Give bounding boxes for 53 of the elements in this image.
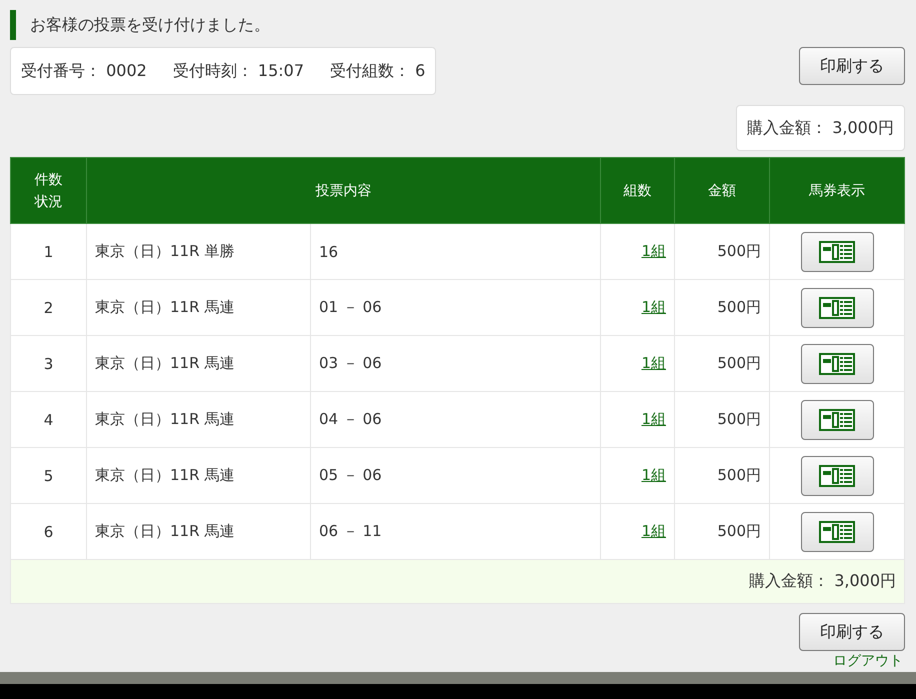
table-cell: 1 bbox=[10, 224, 86, 280]
count-link[interactable]: 1組 bbox=[641, 410, 666, 428]
table-cell: 4 bbox=[10, 392, 86, 448]
column-header: 馬券表示 bbox=[770, 158, 904, 224]
column-header: 組数 bbox=[600, 158, 674, 224]
table-cell: 東京（日）11R 単勝 bbox=[86, 224, 310, 280]
ticket-icon bbox=[819, 352, 855, 374]
table-cell: 東京（日）11R 馬連 bbox=[86, 392, 310, 448]
accent-bar bbox=[10, 10, 16, 40]
column-header: 投票内容 bbox=[86, 158, 600, 224]
table-cell: 05 － 06 bbox=[310, 448, 600, 504]
table-cell: 500円 bbox=[674, 336, 770, 392]
ticket-button[interactable] bbox=[800, 456, 874, 496]
count-link[interactable]: 1組 bbox=[641, 466, 666, 484]
table-cell: 16 bbox=[310, 224, 600, 280]
table-cell: 500円 bbox=[674, 280, 770, 336]
count-link[interactable]: 1組 bbox=[641, 354, 666, 372]
ticket-icon bbox=[819, 240, 855, 262]
ticket-button[interactable] bbox=[800, 288, 874, 328]
receipt-item: 受付番号： 0002 bbox=[21, 60, 147, 82]
print-button[interactable]: 印刷する bbox=[799, 613, 905, 651]
print-button[interactable]: 印刷する bbox=[799, 47, 905, 85]
logout-link[interactable]: ログアウト bbox=[833, 654, 903, 669]
table-cell: 東京（日）11R 馬連 bbox=[86, 448, 310, 504]
ticket-icon bbox=[819, 296, 855, 318]
message-text: お客様の投票を受け付けました。 bbox=[30, 14, 270, 36]
table-cell: 04 － 06 bbox=[310, 392, 600, 448]
table-cell: 東京（日）11R 馬連 bbox=[86, 280, 310, 336]
ticket-button[interactable] bbox=[800, 400, 874, 440]
table-cell: 03 － 06 bbox=[310, 336, 600, 392]
ticket-button[interactable] bbox=[800, 512, 874, 552]
table-cell: 5 bbox=[10, 448, 86, 504]
ticket-button[interactable] bbox=[800, 232, 874, 272]
column-header: 件数状況 bbox=[34, 170, 62, 212]
total-amount: 購入金額： 3,000円 bbox=[10, 560, 904, 604]
ticket-icon bbox=[819, 408, 855, 430]
ticket-button[interactable] bbox=[800, 344, 874, 384]
table-cell: 3 bbox=[10, 336, 86, 392]
table-cell: 500円 bbox=[674, 392, 770, 448]
ticket-icon bbox=[819, 464, 855, 486]
table-cell: 01 － 06 bbox=[310, 280, 600, 336]
receipt-item: 受付時刻： 15:07 bbox=[172, 60, 304, 82]
table-cell: 500円 bbox=[674, 448, 770, 504]
table-cell: 東京（日）11R 馬連 bbox=[86, 336, 310, 392]
receipt-item: 受付組数： 6 bbox=[330, 60, 426, 82]
count-link[interactable]: 1組 bbox=[641, 242, 666, 260]
ticket-icon bbox=[819, 520, 855, 542]
total-amount: 購入金額： 3,000円 bbox=[736, 105, 905, 151]
count-link[interactable]: 1組 bbox=[641, 522, 666, 540]
table-cell: 2 bbox=[10, 280, 86, 336]
column-header: 金額 bbox=[674, 158, 770, 224]
table-cell: 500円 bbox=[674, 224, 770, 280]
count-link[interactable]: 1組 bbox=[641, 298, 666, 316]
